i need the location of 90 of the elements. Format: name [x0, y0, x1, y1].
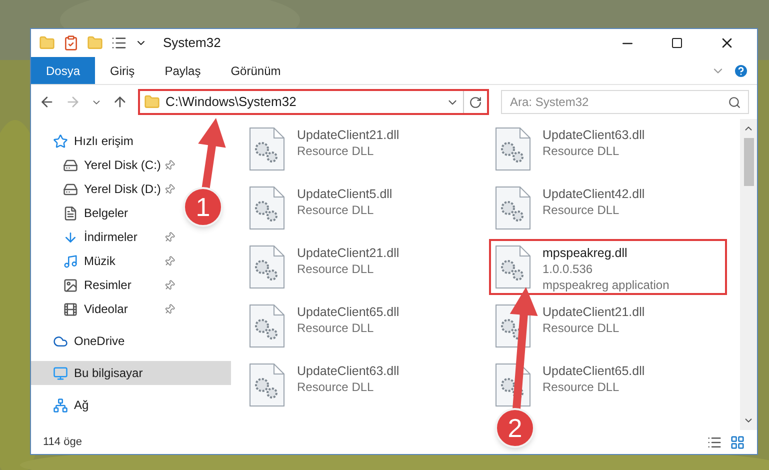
scrollbar[interactable] — [740, 119, 757, 430]
sidebar-item-icon — [53, 398, 68, 412]
file-detail: Resource DLL — [542, 379, 620, 395]
up-icon[interactable] — [112, 94, 128, 110]
gear-file-icon — [249, 245, 285, 289]
sidebar-item-icon — [63, 206, 78, 220]
refresh-icon[interactable] — [468, 96, 482, 108]
gear-file-icon — [249, 127, 285, 171]
file-item[interactable]: UpdateClient42.dll Resource DLL — [494, 186, 720, 230]
sidebar-item-label: Resimler — [84, 277, 132, 294]
ribbon-tab[interactable]: Dosya — [31, 57, 96, 84]
gear-file-icon — [494, 186, 530, 230]
ribbon-tab[interactable]: Giriş — [95, 57, 150, 84]
window-title: System32 — [163, 34, 221, 52]
file-name: UpdateClient5.dll — [297, 186, 392, 202]
sidebar-item[interactable]: İndirmeler — [31, 225, 183, 249]
file-detail: 1.0.0.536 — [542, 261, 594, 277]
file-item[interactable]: UpdateClient63.dll Resource DLL — [249, 363, 475, 407]
sidebar-item[interactable]: Yerel Disk (D:) — [31, 177, 183, 201]
back-icon[interactable] — [39, 94, 55, 110]
sidebar-item-icon — [63, 302, 78, 316]
search-field[interactable]: Ara: System32 — [500, 90, 749, 114]
sidebar-item-label: Bu bilgisayar — [74, 365, 143, 382]
scroll-thumb[interactable] — [744, 138, 754, 186]
sidebar-item-label: İndirmeler — [84, 229, 138, 246]
file-name: UpdateClient63.dll — [297, 363, 400, 379]
sidebar-item-label: OneDrive — [74, 333, 125, 350]
ribbon-tab[interactable]: Görünüm — [216, 57, 296, 84]
sidebar-item-label: Ağ — [74, 397, 89, 414]
file-detail: Resource DLL — [297, 320, 375, 336]
ribbon-tab[interactable]: Paylaş — [150, 57, 216, 84]
file-item[interactable]: UpdateClient63.dll Resource DLL — [494, 127, 720, 171]
file-name: mpspeakreg.dll — [542, 245, 628, 261]
sidebar-item[interactable]: Ağ — [31, 393, 183, 417]
address-bar[interactable]: C:\Windows\System32 — [138, 89, 489, 115]
sidebar-item-label: Müzik — [84, 253, 116, 270]
file-item[interactable]: UpdateClient21.dll Resource DLL — [249, 127, 475, 171]
file-detail: Resource DLL — [297, 379, 375, 395]
gear-file-icon — [249, 363, 285, 407]
sidebar-item-icon — [63, 254, 78, 268]
sidebar-item[interactable]: OneDrive — [31, 329, 183, 353]
sidebar-item-icon — [53, 366, 68, 380]
sidebar-item-icon — [63, 158, 78, 172]
sidebar-item[interactable]: Yerel Disk (C:) — [31, 153, 183, 177]
file-item[interactable]: UpdateClient65.dll Resource DLL — [249, 304, 475, 348]
file-item[interactable]: UpdateClient21.dll Resource DLL — [249, 245, 475, 289]
file-name: UpdateClient42.dll — [542, 186, 645, 202]
file-detail: Resource DLL — [297, 202, 375, 218]
sidebar-item-icon — [63, 230, 78, 244]
item-count: 114 öge — [43, 434, 82, 450]
tiles-view-icon[interactable] — [730, 434, 745, 450]
help-icon[interactable] — [733, 62, 749, 78]
file-item[interactable]: UpdateClient5.dll Resource DLL — [249, 186, 475, 230]
file-detail: Resource DLL — [542, 320, 620, 336]
file-detail: Resource DLL — [297, 261, 375, 277]
gear-file-icon — [494, 245, 530, 289]
file-name: UpdateClient63.dll — [542, 127, 645, 143]
sidebar-item[interactable]: Videolar — [31, 297, 183, 321]
gear-file-icon — [249, 304, 285, 348]
file-name: UpdateClient21.dll — [542, 304, 645, 320]
sidebar-item[interactable]: Müzik — [31, 249, 183, 273]
sidebar-item-label: Videolar — [84, 301, 128, 318]
address-path: C:\Windows\System32 — [166, 93, 298, 112]
sidebar-item-label: Hızlı erişim — [74, 133, 134, 150]
sidebar-item-label: Yerel Disk (C:) — [84, 157, 161, 174]
sidebar-item-label: Yerel Disk (D:) — [84, 181, 161, 198]
sidebar-item-icon — [53, 134, 68, 148]
sidebar-item[interactable]: Resimler — [31, 273, 183, 297]
file-name: UpdateClient65.dll — [297, 304, 400, 320]
sidebar-item[interactable]: Hızlı erişim — [31, 129, 183, 153]
file-name: UpdateClient21.dll — [297, 127, 400, 143]
checklist-icon[interactable] — [63, 35, 79, 51]
folder-icon — [144, 94, 160, 110]
sidebar-item-icon — [63, 278, 78, 292]
details-view-icon[interactable] — [707, 434, 722, 450]
file-detail: Resource DLL — [542, 202, 620, 218]
gear-file-icon — [494, 127, 530, 171]
maximize-icon[interactable] — [671, 37, 683, 49]
sidebar-item-icon — [63, 182, 78, 196]
sidebar-item[interactable]: Bu bilgisayar — [31, 361, 231, 385]
sidebar-item-label: Belgeler — [84, 205, 128, 222]
file-item[interactable]: UpdateClient65.dll Resource DLL — [494, 363, 720, 407]
sidebar-item[interactable]: Belgeler — [31, 201, 183, 225]
gear-file-icon — [249, 186, 285, 230]
file-name: UpdateClient21.dll — [297, 245, 400, 261]
file-detail: Resource DLL — [297, 143, 375, 159]
file-name: UpdateClient65.dll — [542, 363, 645, 379]
file-detail: Resource DLL — [542, 143, 620, 159]
sidebar-item-icon — [53, 334, 68, 348]
search-icon — [728, 96, 741, 109]
